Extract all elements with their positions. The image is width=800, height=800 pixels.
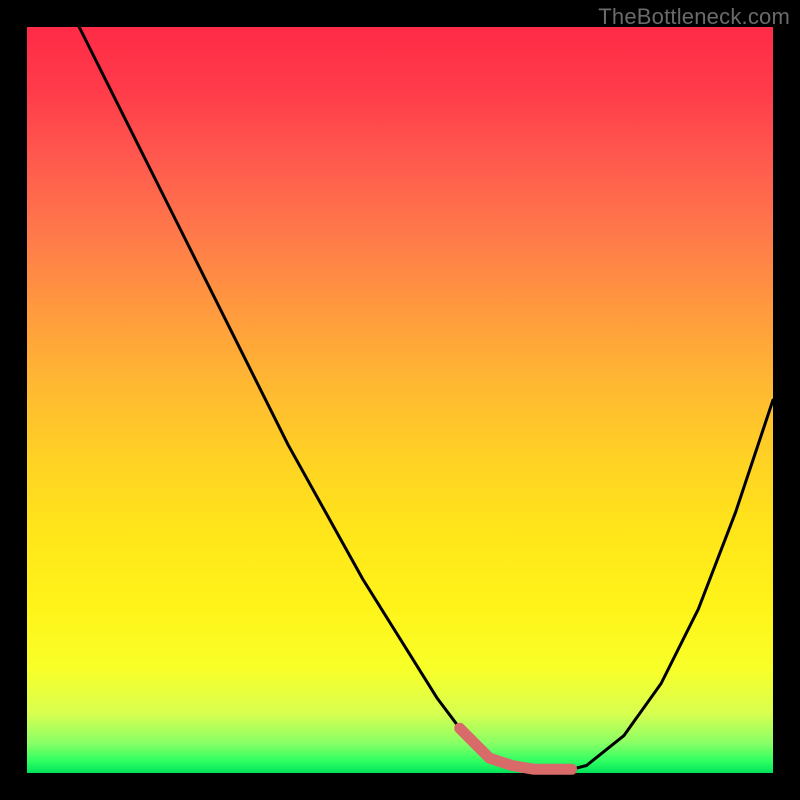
chart-container: TheBottleneck.com xyxy=(0,0,800,800)
bottleneck-curve xyxy=(79,27,773,769)
watermark-text: TheBottleneck.com xyxy=(598,4,790,30)
curve-svg xyxy=(27,27,773,773)
accent-segment xyxy=(460,728,572,769)
